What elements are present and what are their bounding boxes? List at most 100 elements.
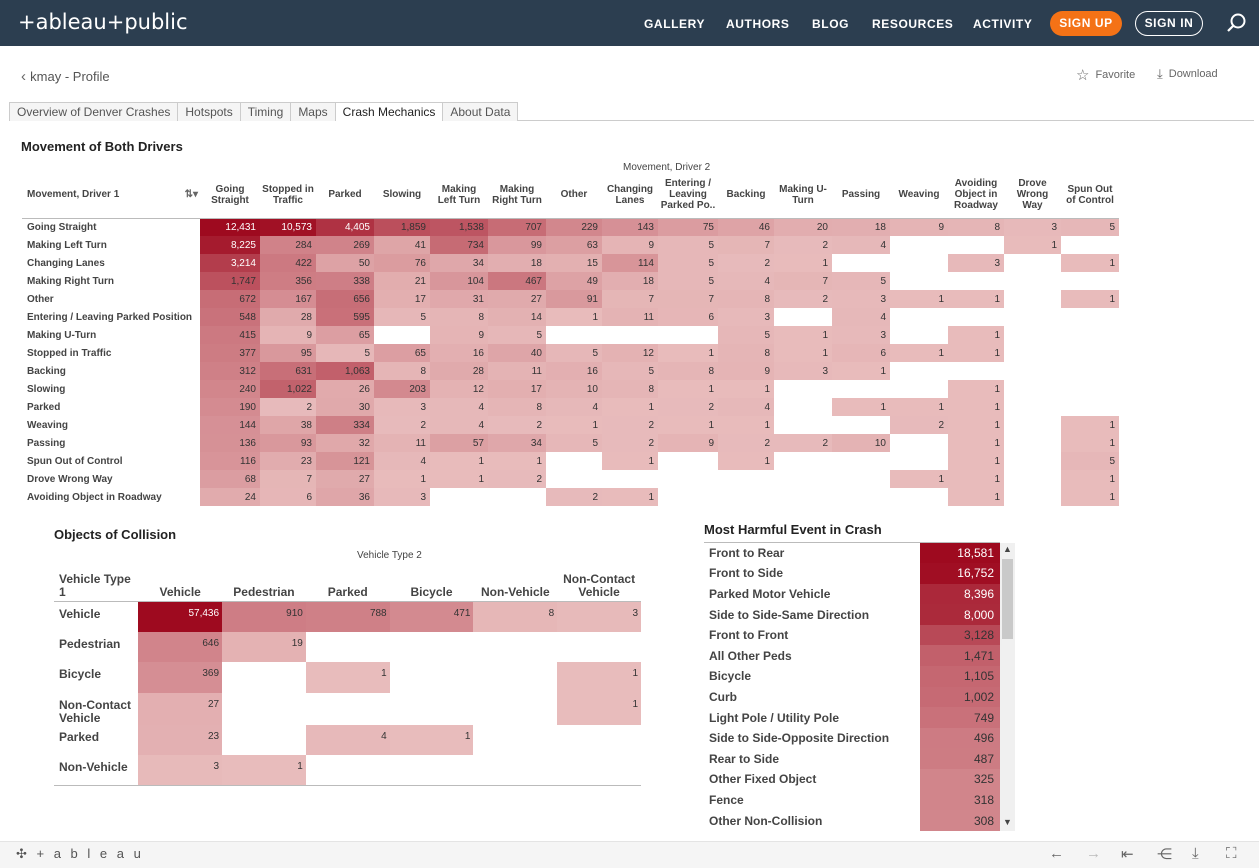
heat-cell[interactable]: 75 [658, 217, 718, 236]
row-label[interactable]: Making Left Turn [22, 236, 200, 254]
heat-cell[interactable]: 318 [919, 789, 1000, 811]
heat-cell[interactable]: 1 [546, 308, 602, 326]
heat-cell[interactable]: 707 [488, 217, 546, 236]
heat-cell[interactable] [557, 725, 641, 756]
heat-cell[interactable] [890, 380, 948, 398]
tableau-public-logo[interactable]: +ableau+public [18, 10, 188, 34]
heat-cell[interactable] [890, 254, 948, 272]
fullscreen-icon[interactable]: ⛶ [1226, 845, 1237, 862]
heat-cell[interactable]: 1 [658, 344, 718, 362]
heat-cell[interactable] [473, 755, 558, 786]
heat-cell[interactable]: 7 [718, 236, 774, 254]
heat-cell[interactable] [473, 662, 557, 693]
heat-cell[interactable]: 14 [488, 308, 546, 326]
heat-cell[interactable]: 308 [919, 810, 1000, 831]
heat-cell[interactable] [832, 488, 890, 506]
heat-cell[interactable]: 6 [658, 308, 718, 326]
row-label[interactable]: Weaving [22, 416, 200, 434]
heat-cell[interactable]: 93 [260, 434, 316, 452]
heat-cell[interactable]: 631 [260, 362, 316, 380]
heat-cell[interactable] [890, 434, 948, 452]
heat-cell[interactable]: 9 [430, 326, 488, 344]
nav-activity[interactable]: ACTIVITY [973, 17, 1032, 31]
heat-cell[interactable]: 338 [316, 272, 374, 290]
heat-cell[interactable]: 3 [948, 254, 1004, 272]
heat-cell[interactable]: 76 [374, 254, 430, 272]
tab-about-data[interactable]: About Data [442, 102, 519, 121]
heat-cell[interactable]: 4 [832, 308, 890, 326]
heat-cell[interactable] [546, 470, 602, 488]
heat-cell[interactable]: 143 [602, 217, 658, 236]
heat-cell[interactable] [1061, 308, 1119, 326]
heat-cell[interactable]: 3 [832, 290, 890, 308]
heat-cell[interactable]: 1 [948, 470, 1004, 488]
heat-cell[interactable]: 1 [832, 362, 890, 380]
heat-cell[interactable] [1004, 416, 1061, 434]
heat-cell[interactable]: 1 [658, 380, 718, 398]
heat-cell[interactable]: 5 [546, 344, 602, 362]
heat-cell[interactable] [390, 693, 474, 725]
heat-cell[interactable] [546, 452, 602, 470]
column-header[interactable]: Stopped in Traffic [260, 172, 316, 218]
heat-cell[interactable]: 91 [546, 290, 602, 308]
heat-cell[interactable]: 7 [774, 272, 832, 290]
heat-cell[interactable]: 1 [774, 344, 832, 362]
heat-cell[interactable]: 1,538 [430, 217, 488, 236]
column-header[interactable]: Spun Out of Control [1061, 172, 1119, 218]
heat-cell[interactable] [774, 308, 832, 326]
heat-cell[interactable] [890, 362, 948, 380]
heat-cell[interactable]: 4 [718, 272, 774, 290]
heat-cell[interactable]: 2 [260, 398, 316, 416]
heat-cell[interactable]: 3 [832, 326, 890, 344]
heat-cell[interactable]: 415 [200, 326, 260, 344]
heat-cell[interactable] [1004, 380, 1061, 398]
heat-cell[interactable] [890, 236, 948, 254]
heat-cell[interactable]: 1 [1061, 470, 1119, 488]
heat-cell[interactable]: 95 [260, 344, 316, 362]
heat-cell[interactable]: 8 [374, 362, 430, 380]
row-label[interactable]: Pedestrian [54, 632, 138, 663]
heat-cell[interactable]: 1,063 [316, 362, 374, 380]
heat-cell[interactable] [1061, 236, 1119, 254]
heat-cell[interactable]: 12 [602, 344, 658, 362]
column-header[interactable]: Passing [832, 172, 890, 218]
heat-cell[interactable] [948, 272, 1004, 290]
heat-cell[interactable]: 1 [1004, 236, 1061, 254]
heat-cell[interactable]: 3 [138, 755, 223, 786]
heat-cell[interactable]: 646 [138, 631, 223, 662]
heat-cell[interactable]: 325 [919, 769, 1000, 790]
heat-cell[interactable] [774, 452, 832, 470]
heat-cell[interactable]: 28 [260, 308, 316, 326]
row-label[interactable]: Going Straight [22, 217, 200, 236]
heat-cell[interactable]: 4,405 [316, 217, 374, 236]
heat-cell[interactable] [718, 488, 774, 506]
heat-cell[interactable]: 229 [546, 217, 602, 236]
heat-cell[interactable] [1004, 488, 1061, 506]
row-label[interactable]: Backing [22, 362, 200, 380]
heat-cell[interactable]: 8 [602, 380, 658, 398]
row-label[interactable]: Making Right Turn [22, 272, 200, 290]
heat-cell[interactable] [389, 755, 474, 786]
heat-cell[interactable]: 1 [1061, 254, 1119, 272]
heat-cell[interactable]: 5 [658, 254, 718, 272]
heat-cell[interactable]: 9 [260, 326, 316, 344]
heat-cell[interactable]: 65 [374, 344, 430, 362]
heat-cell[interactable]: 9 [890, 217, 948, 236]
column-header[interactable]: Backing [718, 172, 774, 218]
heat-cell[interactable]: 1 [389, 724, 474, 755]
heat-cell[interactable]: 15 [546, 254, 602, 272]
heat-cell[interactable]: 1 [718, 380, 774, 398]
row-label[interactable]: Bicycle [54, 662, 138, 693]
heat-cell[interactable] [832, 380, 890, 398]
heat-cell[interactable] [890, 452, 948, 470]
row-label[interactable]: Rear to Side [704, 748, 920, 769]
heat-cell[interactable] [890, 272, 948, 290]
heat-cell[interactable]: 2 [488, 416, 546, 434]
heat-cell[interactable]: 5 [1061, 452, 1119, 470]
heat-cell[interactable] [948, 362, 1004, 380]
heat-cell[interactable]: 240 [200, 380, 260, 398]
heat-cell[interactable] [1004, 308, 1061, 326]
heat-cell[interactable]: 1 [602, 488, 658, 506]
heat-cell[interactable]: 4 [718, 398, 774, 416]
heat-cell[interactable]: 1 [948, 416, 1004, 434]
